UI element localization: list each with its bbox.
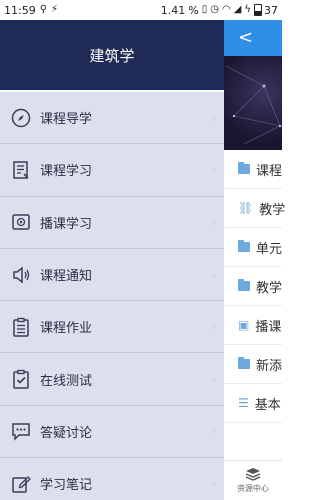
resource-center-label: 资源中心 [237,484,269,493]
resource-center-tab[interactable]: 资源中心 [224,460,282,500]
clock: 11:59 [4,3,36,17]
stack-icon [245,468,261,481]
chevron-right-icon: › [212,426,216,438]
speaker-icon [10,264,32,286]
clipboard-icon [10,316,32,338]
drawer-title: 建筑学 [89,46,135,65]
chevron-right-icon: › [212,269,216,281]
notebook-icon [10,159,32,181]
speed-unit: % [188,3,199,17]
menu-item-online-test[interactable]: 在线测试 › [0,353,224,406]
status-bar: 11:59 ⚲ ⚡ 1.41 % ▯ ◷ ◠ ◢ ϟ 37 [0,0,282,20]
wifi-icon: ◠ [221,4,231,15]
battery-level: 37 [264,3,278,17]
list-item-label: 教学 [259,202,286,218]
page-topbar: < [224,20,282,56]
usb-icon: ⚡ [51,4,59,15]
background-page: < 课程 ⛓ 教学 单元 教学 ▣ 播课 新添 ☰ 基本 资源中心 [224,20,286,500]
menu-item-course-homework[interactable]: 课程作业 › [0,301,224,354]
battery-indicator: 37 [254,4,278,17]
list-item-label: 课程 [255,163,282,179]
list-item[interactable]: 新添 [224,345,282,384]
course-banner [224,56,282,150]
menu-label: 答疑讨论 [40,425,93,441]
menu-item-qa-discussion[interactable]: 答疑讨论 › [0,406,224,459]
chevron-right-icon: › [212,217,216,229]
play-icon: ▣ [238,318,250,332]
chevron-right-icon: › [212,478,216,490]
list-item[interactable]: 单元 [224,228,282,267]
check-clipboard-icon [10,368,32,390]
menu-item-study-notes[interactable]: 学习笔记 › [0,458,224,500]
charging-icon: ϟ [244,4,251,15]
list-item-label: 基本 [254,397,281,413]
drawer-header: 建筑学 [0,20,224,90]
battery-icon [254,4,262,16]
menu-label: 播课学习 [40,216,93,232]
list-item-label: 教学 [255,280,282,296]
link-icon: ⛓ [238,201,254,215]
list-item-label: 新添 [255,358,282,374]
list-item[interactable]: ☰ 基本 [224,384,282,423]
navigation-drawer: 建筑学 课程导学 › 课程学习 › 播课学习 › 课程通知 › 课程作业 › 在… [0,20,224,500]
menu-item-course-notice[interactable]: 课程通知 › [0,249,224,302]
chevron-right-icon: › [212,164,216,176]
menu-label: 课程作业 [40,321,93,337]
chevron-right-icon: › [212,112,216,124]
back-arrow-icon[interactable]: < [238,29,253,47]
signal-icon: ◢ [233,4,242,15]
folder-icon [238,162,250,174]
menu-label: 课程导学 [40,112,93,128]
list-item[interactable]: 课程 [224,150,282,189]
banner-network-art [225,65,282,145]
edit-icon [10,473,32,495]
menu-item-broadcast-study[interactable]: 播课学习 › [0,197,224,249]
compass-icon [10,107,32,129]
list-item[interactable]: ▣ 播课 [224,306,282,345]
video-icon [10,211,32,233]
folder-icon [238,357,250,369]
menu-item-course-guide[interactable]: 课程导学 › [0,92,224,145]
menu-label: 课程通知 [40,269,93,285]
list-item[interactable]: ⛓ 教学 [224,189,286,228]
list-icon: ☰ [238,396,249,410]
network-share-icon: ⚲ [39,4,48,15]
speed-value: 1.41 [160,3,186,17]
chevron-right-icon: › [212,374,216,386]
list-item[interactable]: 教学 [224,267,282,306]
chevron-right-icon: › [212,321,216,333]
menu-label: 在线测试 [40,373,93,389]
folder-icon [238,279,250,291]
menu-item-course-study[interactable]: 课程学习 › [0,144,224,197]
vibrate-icon: ▯ [201,4,208,15]
chat-icon [10,420,32,442]
folder-icon [238,240,250,252]
menu-label: 学习笔记 [40,478,93,494]
alarm-icon: ◷ [210,4,219,15]
menu-label: 课程学习 [40,164,93,180]
list-item-label: 单元 [255,241,282,257]
list-item-label: 播课 [255,319,282,335]
